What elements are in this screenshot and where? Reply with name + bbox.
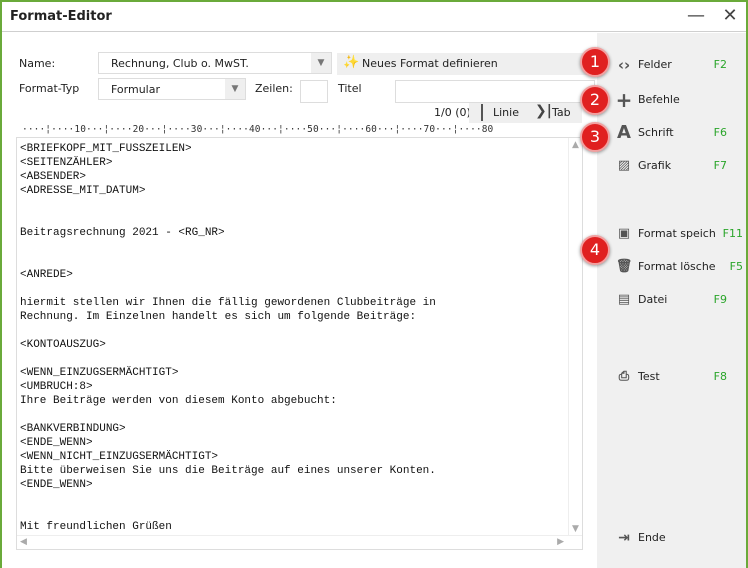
scroll-down-icon[interactable]: ▼ [572,524,579,534]
badge-4: 4 [580,235,610,265]
rows-input[interactable] [300,80,328,103]
sidebar-item-label: Format speich [638,227,716,240]
plus-icon: + [615,88,633,112]
scroll-up-icon[interactable]: ▲ [572,140,579,150]
image-icon: ▨ [617,158,631,173]
printer-icon: ⎙ [618,369,630,384]
editor-panel: Name: Rechnung, Club o. MwST. ▼ ✨ Neues … [2,33,597,568]
ruler: ····¦····10···¦····20···¦····30···¦····4… [22,124,494,135]
horizontal-scrollbar[interactable]: ◀ ▶ [17,535,582,549]
sidebar-item-label: Format lösche [638,260,716,273]
scroll-right-icon[interactable]: ▶ [557,537,564,547]
new-format-button[interactable]: ✨ Neues Format definieren [337,53,587,75]
hotkey: F5 [729,260,743,273]
line-button[interactable]: Linie [493,106,519,119]
sidebar-item-format-loeschen[interactable]: 🗑 Format lösche F5 [615,256,745,278]
sidebar-item-felder[interactable]: ‹› Felder F2 [615,54,745,76]
tab-button[interactable]: Tab [552,106,571,119]
chevron-down-icon[interactable]: ▼ [225,79,245,99]
window-title: Format-Editor [10,9,112,24]
action-sidebar: ‹› Felder F2 + Befehle A Schrift F6 ▨ Grafik F7… [597,33,746,568]
format-type-select[interactable]: Formular ▼ [98,78,246,100]
sidebar-item-test[interactable]: ⎙ Test F8 [615,366,745,388]
hotkey: F2 [713,58,727,71]
trash-icon: 🗑 [615,259,633,274]
format-type-value: Formular [111,83,161,96]
new-format-label: Neues Format definieren [362,57,498,70]
sidebar-item-label: Test [638,370,660,383]
name-value: Rechnung, Club o. MwST. [111,57,249,70]
sidebar-item-label: Befehle [638,93,680,106]
format-editor-window: Format-Editor — ✕ Name: Rechnung, Club o… [0,0,748,568]
title-bar: Format-Editor — ✕ [2,2,746,32]
cursor-position: 1/0 (0) [434,106,471,119]
rows-label: Zeilen: [255,82,293,95]
sidebar-item-label: Datei [638,293,668,306]
hotkey: F6 [713,126,727,139]
text-editor[interactable]: <BRIEFKOPF_MIT_FUSSZEILEN> <SEITENZÄHLER… [16,137,583,550]
sidebar-item-label: Grafik [638,159,672,172]
scroll-left-icon[interactable]: ◀ [20,537,27,547]
sidebar-item-label: Schrift [638,126,674,139]
minimize-button[interactable]: — [684,5,708,29]
title-label: Titel [338,82,362,95]
tab-icon: ❯| [535,103,552,119]
format-type-label: Format-Typ [19,82,80,95]
magic-wand-icon: ✨ [343,55,360,70]
name-select[interactable]: Rechnung, Club o. MwST. ▼ [98,52,332,74]
sidebar-item-grafik[interactable]: ▨ Grafik F7 [615,155,745,177]
separator [481,104,483,121]
font-icon: A [617,122,631,143]
badge-2: 2 [580,85,610,115]
title-input[interactable] [395,80,595,103]
hotkey: F9 [713,293,727,306]
sidebar-item-datei[interactable]: ▤ Datei F9 [615,289,745,311]
hotkey: F7 [713,159,727,172]
sidebar-item-label: Ende [638,531,666,544]
sidebar-item-format-speichern[interactable]: ▣ Format speich F11 [615,223,745,245]
badge-3: 3 [580,122,610,152]
sidebar-item-befehle[interactable]: + Befehle [615,89,745,111]
sidebar-item-schrift[interactable]: A Schrift F6 [615,122,745,144]
code-icon: ‹› [617,56,631,74]
badge-1: 1 [580,47,610,77]
sidebar-item-label: Felder [638,58,672,71]
name-label: Name: [19,57,56,70]
editor-content[interactable]: <BRIEFKOPF_MIT_FUSSZEILEN> <SEITENZÄHLER… [20,142,436,534]
hotkey: F11 [722,227,743,240]
insert-toolbar: Linie ❯| Tab [469,103,582,123]
folder-search-icon: ▤ [617,292,631,307]
hotkey: F8 [713,370,727,383]
exit-icon: ⇥ [618,530,630,546]
close-button[interactable]: ✕ [718,5,742,29]
sidebar-item-ende[interactable]: ⇥ Ende [615,527,745,549]
chevron-down-icon[interactable]: ▼ [311,53,331,73]
save-icon: ▣ [617,226,631,241]
vertical-scrollbar[interactable]: ▲ ▼ [568,138,582,536]
